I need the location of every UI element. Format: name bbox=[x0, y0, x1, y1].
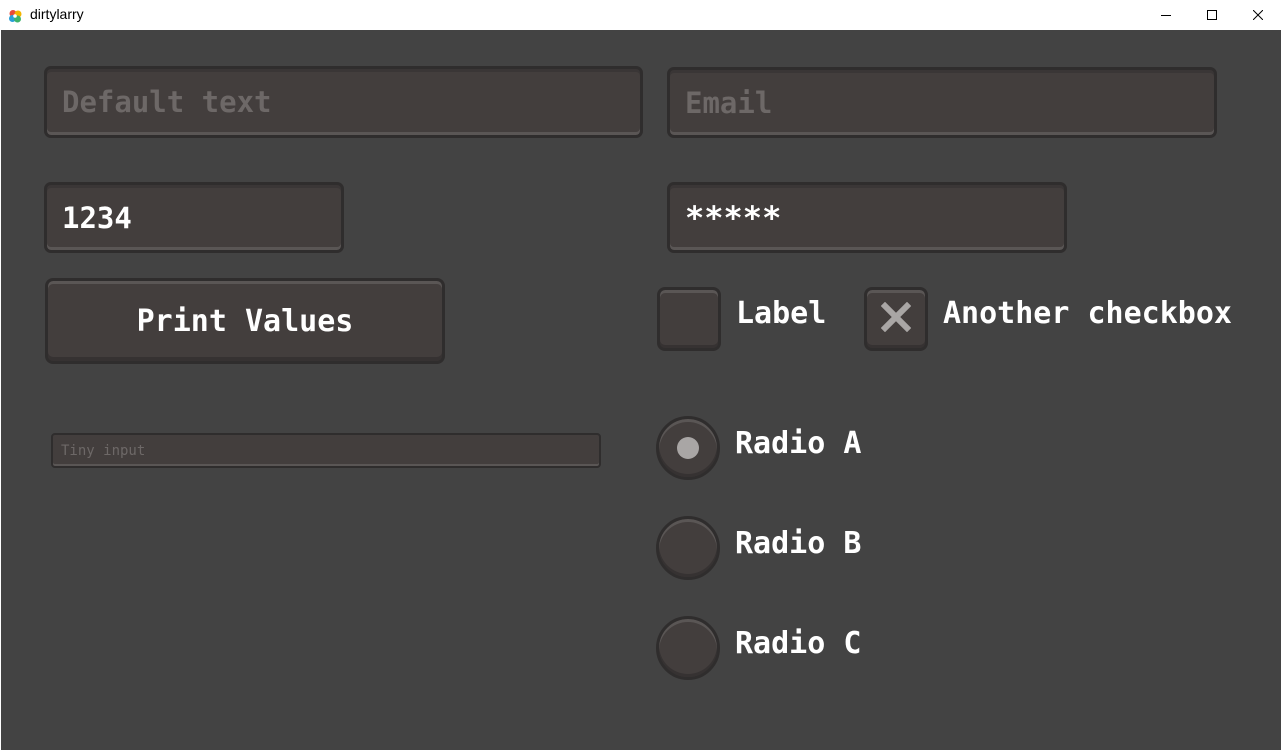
window-titlebar[interactable]: dirtylarry bbox=[0, 0, 1282, 30]
radio-a[interactable] bbox=[656, 416, 720, 480]
maximize-button[interactable] bbox=[1189, 0, 1235, 30]
app-canvas: Default text Email 1234 ***** Print Valu… bbox=[1, 30, 1281, 750]
radio-a-label: Radio A bbox=[735, 426, 862, 461]
print-values-button[interactable]: Print Values bbox=[45, 278, 445, 364]
label-checkbox-label: Label bbox=[736, 296, 827, 331]
number-value: 1234 bbox=[62, 200, 132, 235]
print-values-label: Print Values bbox=[136, 303, 354, 339]
close-icon bbox=[1253, 10, 1263, 20]
tiny-input-placeholder: Tiny input bbox=[61, 442, 146, 459]
radio-c[interactable] bbox=[656, 616, 720, 680]
checkmark-x-icon bbox=[880, 301, 912, 336]
app-pinwheel-icon bbox=[8, 8, 22, 23]
close-button[interactable] bbox=[1235, 0, 1281, 30]
default-text-input[interactable]: Default text bbox=[44, 66, 643, 138]
number-input[interactable]: 1234 bbox=[44, 182, 344, 253]
password-value: ***** bbox=[685, 198, 782, 237]
maximize-icon bbox=[1207, 10, 1217, 20]
radio-c-label: Radio C bbox=[735, 626, 862, 661]
label-checkbox[interactable] bbox=[657, 287, 721, 351]
radio-b-label: Radio B bbox=[735, 526, 862, 561]
tiny-input[interactable]: Tiny input bbox=[51, 433, 601, 468]
default-text-placeholder: Default text bbox=[62, 85, 272, 119]
email-placeholder: Email bbox=[685, 85, 773, 120]
email-input[interactable]: Email bbox=[667, 67, 1217, 138]
window-title: dirtylarry bbox=[30, 6, 84, 22]
minimize-icon bbox=[1161, 10, 1171, 20]
radio-selected-dot-icon bbox=[677, 437, 699, 459]
another-checkbox[interactable] bbox=[864, 287, 928, 351]
minimize-button[interactable] bbox=[1143, 0, 1189, 30]
another-checkbox-label: Another checkbox bbox=[943, 296, 1232, 331]
password-input[interactable]: ***** bbox=[667, 182, 1067, 253]
radio-b[interactable] bbox=[656, 516, 720, 580]
